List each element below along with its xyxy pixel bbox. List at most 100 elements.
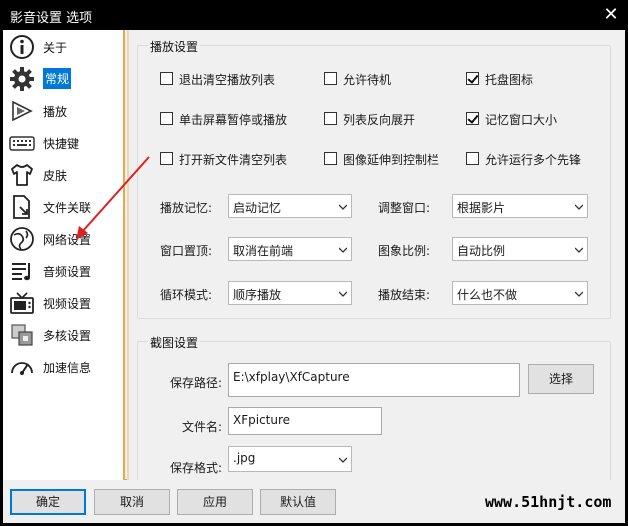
sidebar-item-label: 皮肤 [43,169,68,183]
sidebar-item-hotkeys[interactable]: 快捷键 [3,127,123,159]
sidebar-item-label: 视频设置 [43,297,92,311]
play-icon [12,100,33,122]
checkbox-allow-multiple-instances[interactable]: 允许运行多个先锋 [466,150,606,168]
checkbox-extend-to-controlbar[interactable]: 图像延伸到控制栏 [324,150,454,168]
select-save-format[interactable]: .jpg [228,446,352,472]
checkbox-box[interactable] [160,152,173,165]
checkbox-label: 单击屏幕暂停或播放 [179,113,288,127]
checkbox-box[interactable] [466,72,479,85]
select-value: 顺序播放 [233,288,282,302]
label-file-name: 文件名: [182,420,223,434]
capture-group-title: 截图设置 [148,334,201,351]
sidebar-item-video[interactable]: 视频设置 [3,287,123,319]
sidebar-item-label: 音频设置 [43,265,92,279]
checkbox-label: 退出清空播放列表 [179,73,276,87]
select-value: .jpg [233,451,256,465]
sidebar-item-label: 关于 [43,41,68,55]
checkbox-remember-window-size[interactable]: 记忆窗口大小 [466,110,566,128]
label-aspect-ratio: 图象比例: [378,244,431,258]
chevron-down-icon [339,204,347,210]
browse-button[interactable]: 选择 [528,364,594,394]
checkbox-box[interactable] [324,72,337,85]
select-loop-mode[interactable]: 顺序播放 [228,281,352,305]
save-path-input[interactable]: E:\xfplay\XfCapture [228,363,520,397]
sidebar-item-general[interactable]: 常规 [3,63,123,95]
checkbox-allow-standby[interactable]: 允许待机 [324,70,414,88]
playback-group-title: 播放设置 [148,38,201,55]
label-loop-mode: 循环模式: [160,288,213,302]
tv-icon [10,292,34,314]
sidebar-item-skin[interactable]: 皮肤 [3,159,123,191]
sidebar-item-speed[interactable]: 加速信息 [3,351,123,383]
sidebar-item-play[interactable]: 播放 [3,95,123,127]
sidebar-item-about[interactable]: 关于 [3,31,123,63]
label-window-topmost: 窗口置顶: [160,244,213,258]
sidebar-item-label: 网络设置 [43,233,92,247]
network-icon [10,227,34,251]
select-value: 启动记忆 [233,201,282,215]
dialog-footer: 确定 取消 应用 默认值 www.51hnjt.com [3,480,625,523]
chevron-down-icon [339,247,347,253]
sidebar-item-file-assoc[interactable]: 文件关联 [3,191,123,223]
playback-group: 播放设置 退出清空播放列表 允许待机 托盘图标 单击屏幕暂停或播放 列表反向展开… [137,38,611,319]
checkbox-box[interactable] [466,152,479,165]
ok-button[interactable]: 确定 [10,489,86,515]
close-button[interactable]: ✕ [598,2,624,28]
select-adjust-window[interactable]: 根据影片 [452,194,588,218]
title-bar[interactable]: 影音设置 选项 ✕ [0,0,628,30]
default-button[interactable]: 默认值 [260,489,336,515]
sidebar-item-network[interactable]: 网络设置 [3,223,123,255]
audio-icon [12,263,30,281]
checkbox-clear-list-on-open[interactable]: 打开新文件清空列表 [160,150,300,168]
label-playback-end: 播放结束: [378,288,431,302]
chevron-down-icon [575,291,583,297]
checkbox-label: 列表反向展开 [343,113,416,127]
select-value: 自动比例 [457,244,506,258]
sidebar-item-label: 常规 [43,68,72,89]
chevron-down-icon [575,247,583,253]
window-title: 影音设置 选项 [10,11,93,26]
checkbox-box[interactable] [160,112,173,125]
file-name-input[interactable]: XFpicture [228,407,382,435]
watermark-text: www.51hnjt.com [485,493,612,511]
checkbox-box[interactable] [466,112,479,125]
sidebar-item-multicore[interactable]: 多核设置 [3,319,123,351]
keyboard-icon [9,136,35,151]
shirt-icon [11,164,33,186]
select-aspect-ratio[interactable]: 自动比例 [452,237,588,261]
capture-group: 截图设置 保存路径: E:\xfplay\XfCapture 选择 文件名: X… [137,334,611,491]
sidebar-item-label: 播放 [43,105,68,119]
label-save-format: 保存格式: [170,461,223,475]
select-playback-end[interactable]: 什么也不做 [452,281,588,305]
checkbox-box[interactable] [324,152,337,165]
sidebar-item-label: 加速信息 [43,361,92,375]
checkbox-click-pause[interactable]: 单击屏幕暂停或播放 [160,110,300,128]
cancel-button[interactable]: 取消 [94,489,170,515]
checkbox-label: 托盘图标 [485,73,534,87]
checkbox-box[interactable] [324,112,337,125]
sidebar-item-label: 文件关联 [43,201,92,215]
checkbox-tray-icon[interactable]: 托盘图标 [466,70,556,88]
chevron-down-icon [339,291,347,297]
sidebar: 关于 常规 播放 快捷键 皮肤 文件关联 网络设置 音频设置 视频设置 多核设置… [3,30,125,480]
checkbox-box[interactable] [160,72,173,85]
apply-button[interactable]: 应用 [177,489,253,515]
label-adjust-window: 调整窗口: [378,201,431,215]
client-area: 关于 常规 播放 快捷键 皮肤 文件关联 网络设置 音频设置 视频设置 多核设置… [3,30,625,491]
checkbox-reverse-list[interactable]: 列表反向展开 [324,110,424,128]
file-name-value: XFpicture [233,413,291,427]
select-play-memory[interactable]: 启动记忆 [228,194,352,218]
select-window-topmost[interactable]: 取消在前端 [228,237,352,261]
checkbox-label: 允许运行多个先锋 [485,153,582,167]
select-value: 取消在前端 [233,244,294,258]
settings-panel: 播放设置 退出清空播放列表 允许待机 托盘图标 单击屏幕暂停或播放 列表反向展开… [127,30,625,491]
select-value: 根据影片 [457,201,506,215]
checkbox-label: 记忆窗口大小 [485,113,558,127]
sidebar-item-label: 快捷键 [43,137,80,151]
sidebar-item-audio[interactable]: 音频设置 [3,255,123,287]
save-path-value: E:\xfplay\XfCapture [233,370,350,384]
gear-icon [10,67,34,91]
checkbox-clear-list-on-exit[interactable]: 退出清空播放列表 [160,70,290,88]
file-link-icon [13,195,30,219]
info-icon [10,35,34,59]
